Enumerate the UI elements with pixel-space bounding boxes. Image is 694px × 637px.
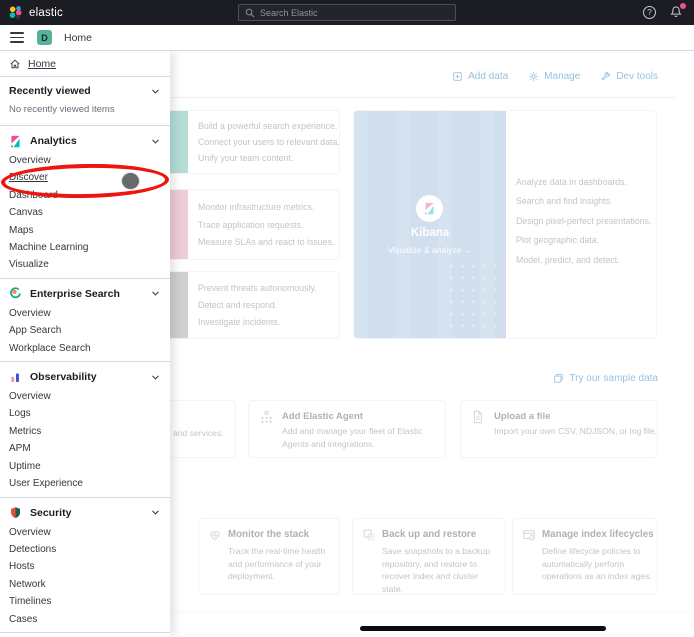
nav-item-hosts[interactable]: Hosts (9, 558, 161, 575)
nav-section-label: Security (30, 507, 71, 519)
breadcrumb-bar: D Home (0, 25, 694, 51)
nav-item-cases[interactable]: Cases (9, 611, 161, 628)
nav-item-user-experience[interactable]: User Experience (9, 475, 161, 492)
logo-text: elastic (29, 7, 63, 19)
nav-item-apm[interactable]: APM (9, 440, 161, 457)
recently-viewed-group: Recently viewed No recently viewed items (0, 77, 170, 126)
nav-item-machine-learning[interactable]: Machine Learning (9, 239, 161, 256)
chevron-down-icon (150, 507, 161, 518)
nav-item-app-search[interactable]: App Search (9, 322, 161, 339)
nav-section-enterprise-search: Enterprise Search Overview App Search Wo… (0, 279, 170, 362)
search-icon (245, 8, 255, 18)
elastic-logo[interactable]: elastic (8, 5, 63, 20)
nav-flyout: Home Recently viewed No recently viewed … (0, 51, 170, 637)
nav-section-label: Enterprise Search (30, 288, 120, 300)
chevron-down-icon (150, 136, 161, 147)
nav-item-logs[interactable]: Logs (9, 405, 161, 422)
nav-section-label: Observability (30, 371, 97, 383)
nav-item-overview[interactable]: Overview (9, 305, 161, 322)
nav-item-maps[interactable]: Maps (9, 222, 161, 239)
nav-section-security: Security Overview Detections Hosts Netwo… (0, 498, 170, 633)
nav-section-observability: Observability Overview Logs Metrics APM … (0, 362, 170, 497)
home-indicator-bar (360, 626, 606, 631)
nav-section-security-header[interactable]: Security (9, 505, 161, 521)
security-shield-icon (9, 506, 22, 519)
nav-item-network[interactable]: Network (9, 576, 161, 593)
help-icon[interactable]: ? (643, 6, 656, 19)
nav-item-canvas[interactable]: Canvas (9, 204, 161, 221)
nav-item-visualize[interactable]: Visualize (9, 256, 161, 273)
nav-section-analytics: Analytics Overview Discover Dashboard Ca… (0, 126, 170, 279)
nav-item-overview[interactable]: Overview (9, 388, 161, 405)
chevron-down-icon (150, 372, 161, 383)
nav-item-uptime[interactable]: Uptime (9, 458, 161, 475)
breadcrumb[interactable]: Home (64, 32, 92, 44)
search-input[interactable] (260, 8, 449, 18)
recently-viewed-label: Recently viewed (9, 85, 91, 97)
annotation-cursor-dot (122, 173, 139, 189)
recently-viewed-header[interactable]: Recently viewed (9, 85, 161, 97)
space-avatar[interactable]: D (37, 30, 52, 45)
global-search[interactable] (238, 4, 456, 21)
menu-icon[interactable] (10, 32, 24, 42)
nav-home-label: Home (28, 58, 56, 70)
chevron-down-icon (150, 86, 161, 97)
chevron-down-icon (150, 288, 161, 299)
nav-item-home[interactable]: Home (0, 51, 170, 77)
app-root: elastic ? D Home Add data (0, 0, 694, 637)
nav-item-workplace-search[interactable]: Workplace Search (9, 340, 161, 357)
enterprise-search-icon (9, 287, 22, 300)
elastic-logo-icon (8, 5, 23, 20)
nav-item-detections[interactable]: Detections (9, 541, 161, 558)
recently-viewed-empty: No recently viewed items (9, 104, 161, 115)
nav-section-label: Analytics (30, 135, 77, 147)
nav-item-overview[interactable]: Overview (9, 524, 161, 541)
header-right-icons: ? (643, 5, 684, 20)
newsfeed-icon[interactable] (669, 5, 684, 20)
nav-section-enterprise-search-header[interactable]: Enterprise Search (9, 286, 161, 302)
nav-section-analytics-header[interactable]: Analytics (9, 133, 161, 149)
global-header: elastic ? (0, 0, 694, 25)
nav-section-observability-header[interactable]: Observability (9, 369, 161, 385)
home-icon (9, 58, 21, 70)
analytics-icon (9, 135, 22, 148)
notification-dot (680, 3, 686, 9)
observability-icon (9, 371, 22, 384)
nav-item-timelines[interactable]: Timelines (9, 593, 161, 610)
nav-item-metrics[interactable]: Metrics (9, 423, 161, 440)
